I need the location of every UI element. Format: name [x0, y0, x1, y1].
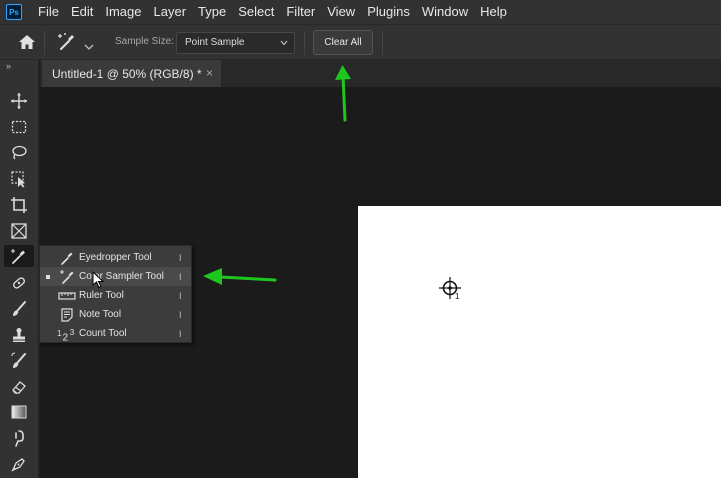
- eyedropper-icon: [57, 250, 77, 266]
- flyout-item-ruler[interactable]: Ruler Tool I: [40, 286, 191, 305]
- flyout-item-label: Ruler Tool: [79, 290, 124, 301]
- chevron-down-icon[interactable]: [84, 38, 94, 50]
- mouse-cursor-icon: [92, 270, 105, 289]
- menu-bar: Ps File Edit Image Layer Type Select Fil…: [0, 0, 721, 24]
- menu-edit[interactable]: Edit: [65, 0, 99, 24]
- move-tool-icon[interactable]: [8, 90, 30, 112]
- brush-icon[interactable]: [8, 298, 30, 320]
- selected-bullet-icon: [46, 274, 50, 279]
- flyout-item-shortcut: I: [179, 271, 182, 282]
- frame-icon[interactable]: [8, 220, 30, 242]
- options-divider: [44, 31, 45, 55]
- sample-size-value: Point Sample: [185, 37, 245, 48]
- document-tab-title: Untitled-1 @ 50% (RGB/8) *: [52, 66, 202, 81]
- rectangular-marquee-icon[interactable]: [8, 116, 30, 138]
- clone-stamp-icon[interactable]: [8, 324, 30, 346]
- flyout-item-shortcut: I: [179, 328, 182, 339]
- annotation-arrow-up-icon: [335, 65, 351, 122]
- pen-icon[interactable]: [8, 453, 30, 475]
- flyout-item-label: Note Tool: [79, 309, 122, 320]
- eraser-icon[interactable]: [8, 376, 30, 398]
- flyout-item-eyedropper[interactable]: Eyedropper Tool I: [40, 248, 191, 267]
- menu-plugins[interactable]: Plugins: [361, 0, 416, 24]
- sampler-index: 1: [455, 292, 460, 301]
- object-selection-icon[interactable]: [8, 168, 30, 190]
- svg-text:2: 2: [62, 332, 68, 342]
- options-bar: Sample Size: Point Sample Clear All: [0, 24, 721, 60]
- note-icon: [57, 307, 77, 323]
- svg-text:3: 3: [70, 327, 75, 336]
- menu-layer[interactable]: Layer: [148, 0, 193, 24]
- close-icon[interactable]: ×: [206, 66, 213, 80]
- menu-file[interactable]: File: [32, 0, 65, 24]
- collapse-panel-icon[interactable]: »: [6, 61, 11, 71]
- clear-all-button[interactable]: Clear All: [313, 30, 373, 55]
- chevron-down-icon: [280, 40, 288, 46]
- flyout-item-count[interactable]: 123 Count Tool I: [40, 324, 191, 343]
- color-sampler-icon: [57, 269, 77, 285]
- color-sampler-marker-icon[interactable]: 1: [438, 276, 466, 302]
- flyout-item-shortcut: I: [179, 309, 182, 320]
- smudge-icon[interactable]: [8, 427, 30, 449]
- sample-size-select[interactable]: Point Sample: [176, 32, 295, 54]
- lasso-icon[interactable]: [8, 142, 30, 164]
- flyout-item-note[interactable]: Note Tool I: [40, 305, 191, 324]
- tool-preset-color-sampler-icon[interactable]: [56, 31, 78, 53]
- tools-panel: »: [0, 60, 39, 478]
- ruler-icon: [57, 288, 77, 304]
- document-tab-bar: Untitled-1 @ 50% (RGB/8) * ×: [40, 60, 721, 87]
- options-divider: [304, 31, 305, 55]
- options-divider: [382, 31, 383, 55]
- eyedropper-tool-flyout: Eyedropper Tool I Color Sampler Tool I R…: [39, 245, 192, 343]
- gradient-icon[interactable]: [8, 401, 30, 423]
- sample-size-label: Sample Size:: [115, 36, 174, 47]
- menu-select[interactable]: Select: [232, 0, 280, 24]
- menu-type[interactable]: Type: [192, 0, 232, 24]
- history-brush-icon[interactable]: [8, 350, 30, 372]
- flyout-item-label: Eyedropper Tool: [79, 252, 152, 263]
- home-icon[interactable]: [17, 33, 37, 51]
- menu-image[interactable]: Image: [99, 0, 147, 24]
- spot-healing-icon[interactable]: [8, 272, 30, 294]
- document-canvas[interactable]: [358, 206, 721, 478]
- eyedropper-group-icon[interactable]: [4, 245, 34, 267]
- photoshop-logo[interactable]: Ps: [6, 4, 22, 20]
- menu-window[interactable]: Window: [416, 0, 474, 24]
- crop-icon[interactable]: [8, 194, 30, 216]
- menu-help[interactable]: Help: [474, 0, 513, 24]
- count-icon: 123: [57, 326, 77, 342]
- svg-text:1: 1: [57, 328, 62, 337]
- document-tab[interactable]: Untitled-1 @ 50% (RGB/8) * ×: [42, 60, 221, 87]
- flyout-item-label: Count Tool: [79, 328, 127, 339]
- flyout-item-shortcut: I: [179, 252, 182, 263]
- flyout-item-color-sampler[interactable]: Color Sampler Tool I: [40, 267, 191, 286]
- menu-view[interactable]: View: [321, 0, 361, 24]
- flyout-item-shortcut: I: [179, 290, 182, 301]
- menu-filter[interactable]: Filter: [280, 0, 321, 24]
- annotation-arrow-left-icon: [203, 268, 277, 285]
